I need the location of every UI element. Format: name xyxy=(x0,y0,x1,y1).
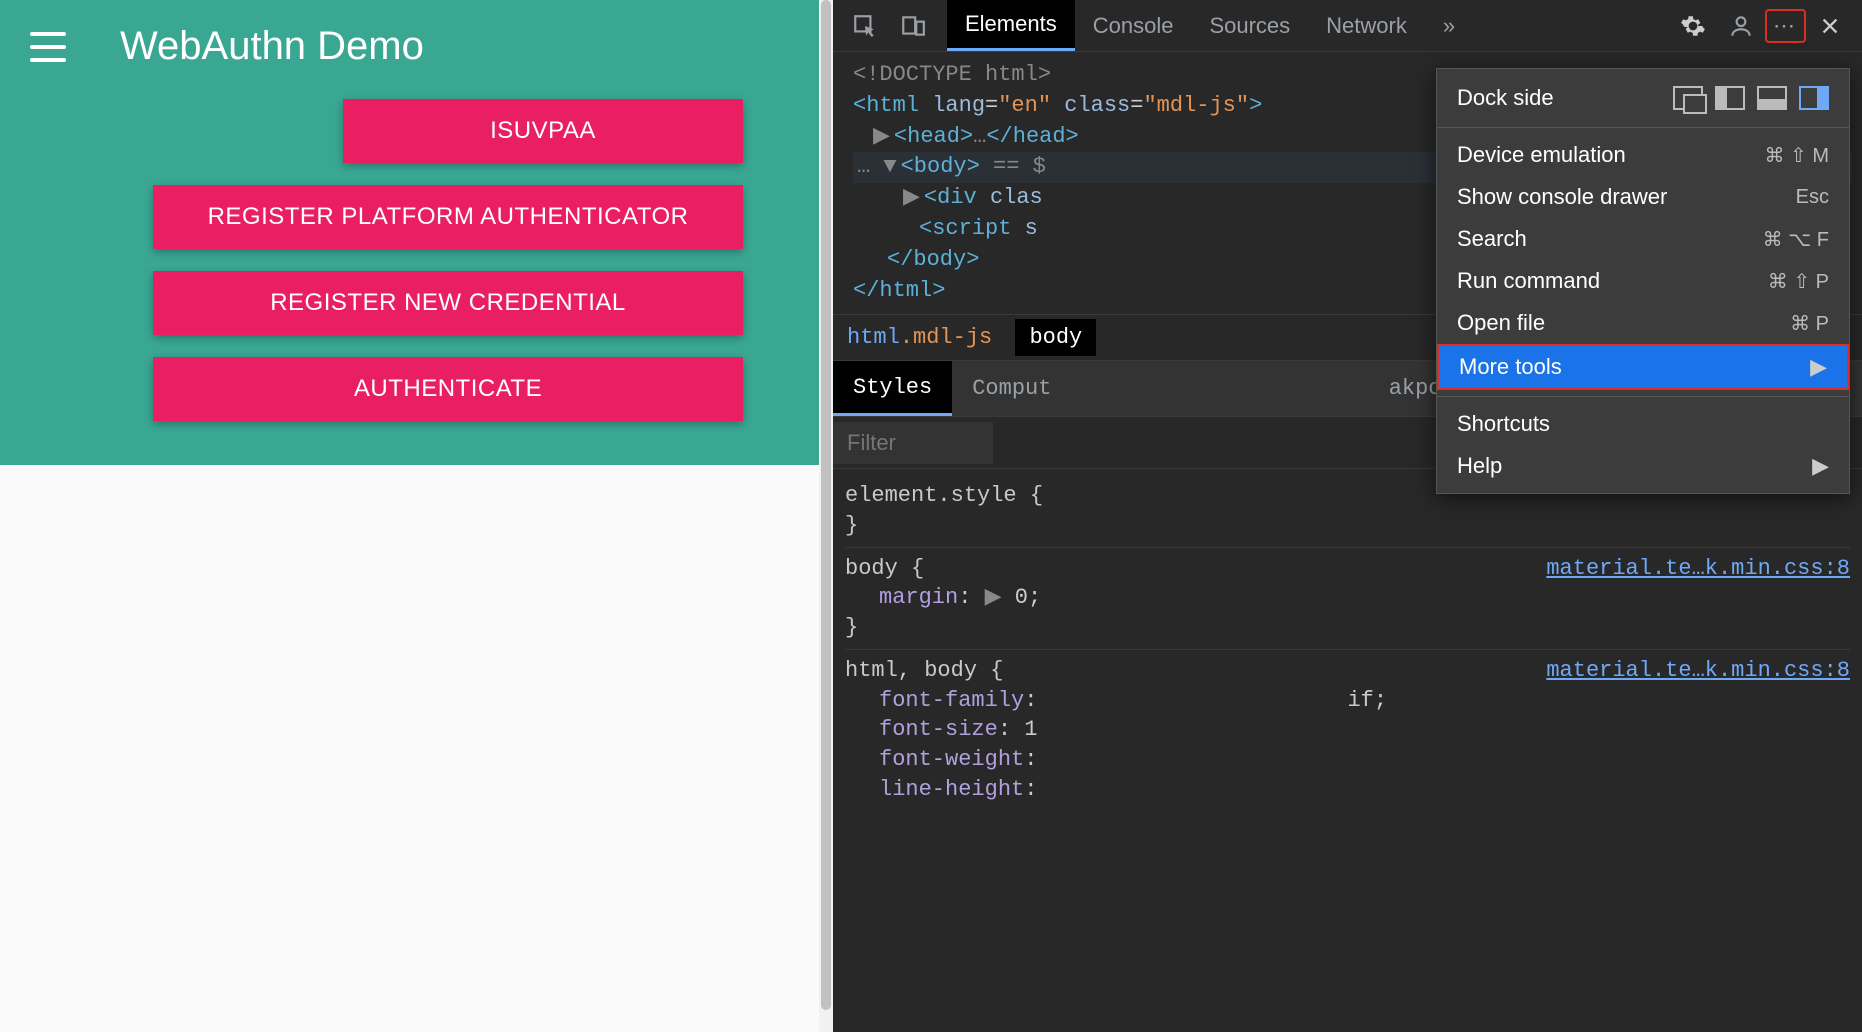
menu-run-command[interactable]: Run command⌘ ⇧ P xyxy=(1437,260,1849,302)
register-platform-button[interactable]: REGISTER PLATFORM AUTHENTICATOR xyxy=(153,185,743,249)
menu-more-tools[interactable]: More tools▶ xyxy=(1437,344,1849,390)
devtools-toolbar: Elements Console Sources Network » ⋯ xyxy=(833,0,1862,52)
tab-sources[interactable]: Sources xyxy=(1191,0,1308,51)
isuvpaa-button[interactable]: ISUVPAA xyxy=(343,99,743,163)
app-header: WebAuthn Demo ISUVPAA REGISTER PLATFORM … xyxy=(0,0,833,465)
tab-console[interactable]: Console xyxy=(1075,0,1192,51)
app-body xyxy=(0,465,833,1032)
app-scrollbar[interactable] xyxy=(819,0,833,1032)
dock-right-icon[interactable] xyxy=(1799,86,1829,110)
app-pane: WebAuthn Demo ISUVPAA REGISTER PLATFORM … xyxy=(0,0,833,1032)
inspect-icon[interactable] xyxy=(848,9,882,43)
breadcrumb-html[interactable]: html xyxy=(847,325,900,350)
menu-shortcuts[interactable]: Shortcuts xyxy=(1437,403,1849,445)
toolbar-right: ⋯ xyxy=(1669,9,1854,43)
tab-elements[interactable]: Elements xyxy=(947,0,1075,51)
root-layout: WebAuthn Demo ISUVPAA REGISTER PLATFORM … xyxy=(0,0,1862,1032)
account-icon[interactable] xyxy=(1724,9,1758,43)
css-rules[interactable]: element.style { } material.te…k.min.css:… xyxy=(833,469,1862,816)
breadcrumb-body[interactable]: body xyxy=(1015,319,1096,356)
css-block[interactable]: material.te…k.min.css:8 html, body { fon… xyxy=(845,650,1850,810)
tab-network[interactable]: Network xyxy=(1308,0,1425,51)
tab-computed[interactable]: Comput xyxy=(952,361,1071,416)
dock-side-label: Dock side xyxy=(1457,85,1554,111)
dock-left-icon[interactable] xyxy=(1715,86,1745,110)
css-block[interactable]: material.te…k.min.css:8 body { margin: ▶… xyxy=(845,548,1850,650)
tabs-overflow-icon[interactable]: » xyxy=(1425,0,1473,51)
menu-device-emulation[interactable]: Device emulation⌘ ⇧ M xyxy=(1437,134,1849,176)
tab-styles[interactable]: Styles xyxy=(833,361,952,416)
authenticate-button[interactable]: AUTHENTICATE xyxy=(153,357,743,421)
dock-icons xyxy=(1673,86,1829,110)
menu-search[interactable]: Search⌘ ⌥ F xyxy=(1437,218,1849,260)
hamburger-icon[interactable] xyxy=(30,32,66,62)
dock-undock-icon[interactable] xyxy=(1673,86,1703,110)
kebab-menu-icon[interactable]: ⋯ xyxy=(1765,9,1806,43)
close-icon[interactable] xyxy=(1813,9,1847,43)
gear-icon[interactable] xyxy=(1676,9,1710,43)
register-new-button[interactable]: REGISTER NEW CREDENTIAL xyxy=(153,271,743,335)
settings-menu[interactable]: Dock side Device emulation⌘ ⇧ M Show con… xyxy=(1436,68,1850,494)
menu-help[interactable]: Help▶ xyxy=(1437,445,1849,487)
device-toggle-icon[interactable] xyxy=(896,9,930,43)
dock-bottom-icon[interactable] xyxy=(1757,86,1787,110)
menu-open-file[interactable]: Open file⌘ P xyxy=(1437,302,1849,344)
button-column: ISUVPAA REGISTER PLATFORM AUTHENTICATOR … xyxy=(0,99,833,421)
filter-input[interactable] xyxy=(833,422,993,464)
devtools: Elements Console Sources Network » ⋯ xyxy=(833,0,1862,1032)
css-source-link[interactable]: material.te…k.min.css:8 xyxy=(1546,656,1850,686)
title-row: WebAuthn Demo xyxy=(0,10,833,89)
app-title: WebAuthn Demo xyxy=(120,24,424,69)
menu-show-console[interactable]: Show console drawerEsc xyxy=(1437,176,1849,218)
devtools-tabs: Elements Console Sources Network » xyxy=(947,0,1473,51)
css-source-link[interactable]: material.te…k.min.css:8 xyxy=(1546,554,1850,584)
dock-side-row: Dock side xyxy=(1437,69,1849,128)
